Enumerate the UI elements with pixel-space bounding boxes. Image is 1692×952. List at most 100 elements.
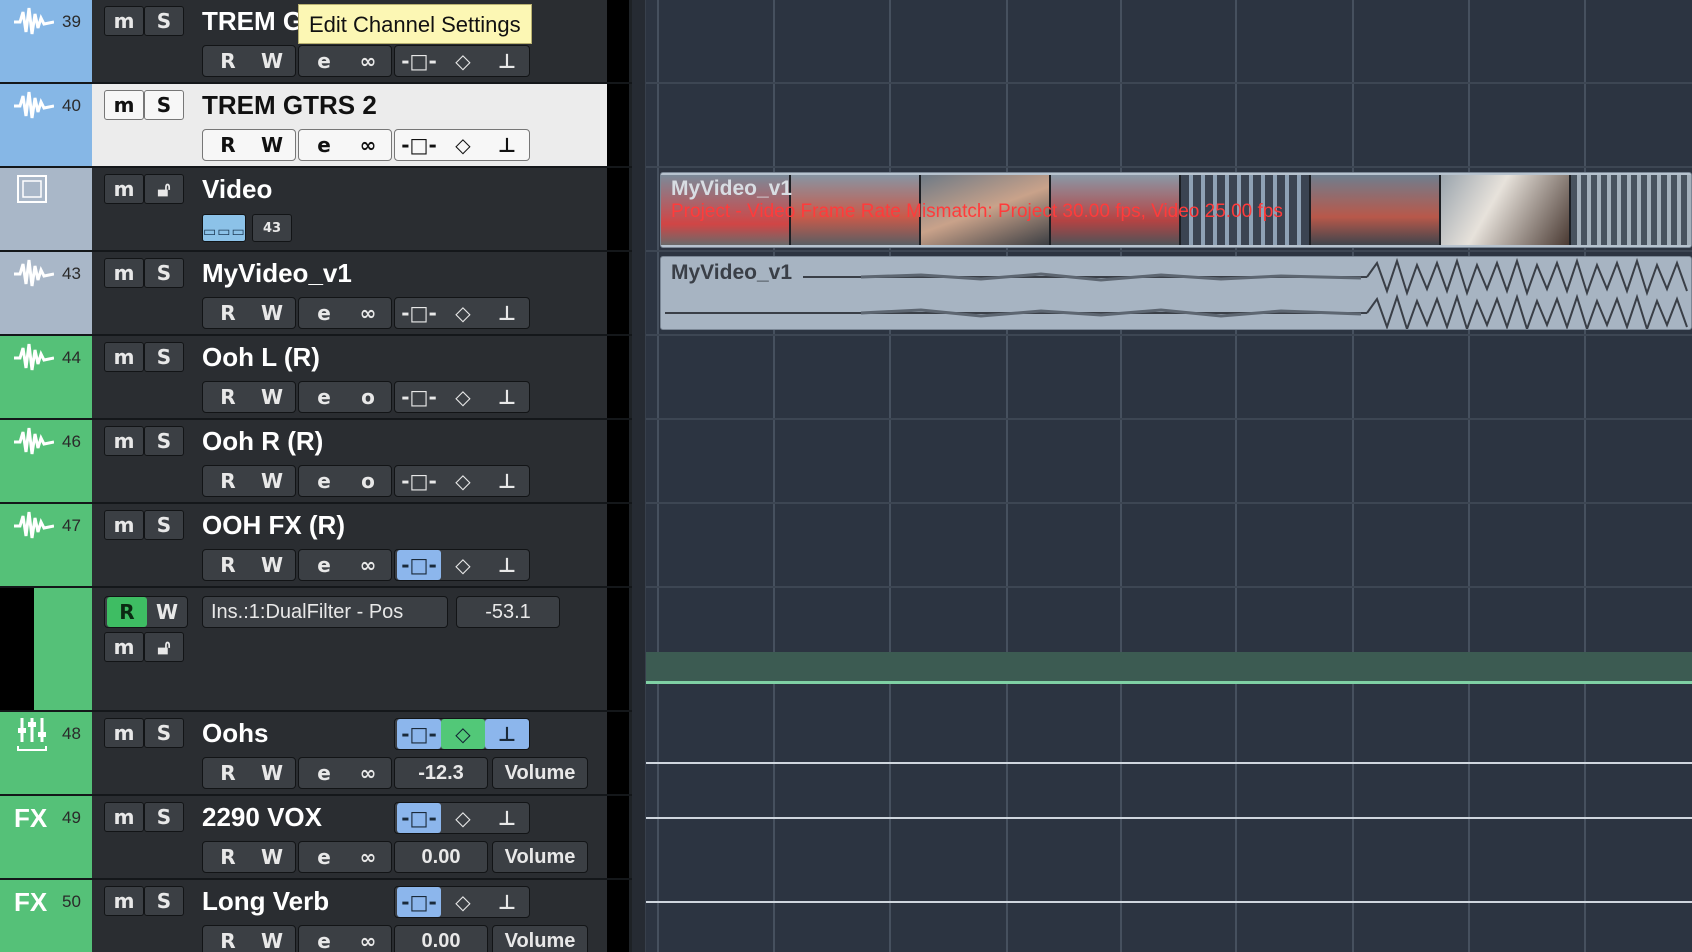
- mute-button[interactable]: m: [104, 258, 144, 288]
- link-button[interactable]: ∞: [347, 926, 389, 952]
- write-automation-button[interactable]: W: [251, 466, 293, 496]
- write-automation-button[interactable]: W: [251, 550, 293, 580]
- lock-button[interactable]: 🔓︎: [144, 632, 184, 662]
- insert-in-icon[interactable]: -□-: [397, 803, 441, 833]
- edit-channel-settings-button[interactable]: e: [303, 382, 345, 412]
- edit-channel-settings-button[interactable]: e: [303, 130, 345, 160]
- track-46[interactable]: 46 m S Ooh R (R) R W e o -□- ◇ ⊥: [0, 420, 632, 504]
- link-button[interactable]: o: [347, 382, 389, 412]
- insert-out-icon[interactable]: ⊥: [485, 382, 529, 412]
- track-name[interactable]: Video: [202, 174, 272, 205]
- insert-out-icon[interactable]: ⊥: [485, 887, 529, 917]
- solo-button[interactable]: S: [144, 342, 184, 372]
- insert-out-icon[interactable]: ⊥: [485, 298, 529, 328]
- parameter-label[interactable]: Volume: [492, 925, 588, 952]
- write-automation-button[interactable]: W: [251, 298, 293, 328]
- track-44[interactable]: 44 m S Ooh L (R) R W e o -□- ◇ ⊥: [0, 336, 632, 420]
- edit-channel-settings-button[interactable]: e: [303, 466, 345, 496]
- edit-channel-settings-button[interactable]: e: [303, 758, 345, 788]
- insert-in-icon[interactable]: -□-: [397, 719, 441, 749]
- mute-button[interactable]: m: [104, 632, 144, 662]
- read-automation-button[interactable]: R: [207, 130, 249, 160]
- read-automation-button[interactable]: R: [207, 758, 249, 788]
- mute-button[interactable]: m: [104, 510, 144, 540]
- insert-out-icon[interactable]: ⊥: [485, 719, 529, 749]
- write-automation-button[interactable]: W: [251, 130, 293, 160]
- track-40[interactable]: 40 m S TREM GTRS 2 R W e ∞ -□- ◇ ⊥: [0, 84, 632, 168]
- link-button[interactable]: ∞: [347, 298, 389, 328]
- link-button[interactable]: ∞: [347, 842, 389, 872]
- track-name[interactable]: MyVideo_v1: [202, 258, 352, 289]
- edit-channel-settings-button[interactable]: e: [303, 926, 345, 952]
- track-name[interactable]: Long Verb: [202, 886, 329, 917]
- mute-button[interactable]: m: [104, 886, 144, 916]
- link-button[interactable]: ∞: [347, 46, 389, 76]
- filmstrip-button[interactable]: ▭▭▭: [202, 214, 246, 242]
- insert-in-icon[interactable]: -□-: [397, 550, 441, 580]
- insert-in-icon[interactable]: -□-: [397, 382, 441, 412]
- track-name[interactable]: Oohs: [202, 718, 268, 749]
- automation-parameter-selector[interactable]: Ins.:1:DualFilter - Pos: [202, 596, 448, 628]
- write-automation-button[interactable]: W: [147, 597, 187, 627]
- read-automation-button[interactable]: R: [207, 298, 249, 328]
- mute-button[interactable]: m: [104, 802, 144, 832]
- edit-channel-settings-button[interactable]: e: [303, 842, 345, 872]
- insert-in-icon[interactable]: -□-: [397, 466, 441, 496]
- lock-button[interactable]: 🔓︎: [144, 174, 184, 204]
- diamond-icon[interactable]: ◇: [441, 382, 485, 412]
- solo-button[interactable]: S: [144, 802, 184, 832]
- volume-value[interactable]: 0.00: [394, 841, 488, 873]
- diamond-icon[interactable]: ◇: [441, 46, 485, 76]
- write-automation-button[interactable]: W: [251, 46, 293, 76]
- diamond-icon[interactable]: ◇: [441, 803, 485, 833]
- diamond-icon[interactable]: ◇: [441, 887, 485, 917]
- insert-in-icon[interactable]: -□-: [397, 46, 441, 76]
- solo-button[interactable]: S: [144, 90, 184, 120]
- diamond-icon[interactable]: ◇: [441, 130, 485, 160]
- volume-value[interactable]: -12.3: [394, 757, 488, 789]
- insert-in-icon[interactable]: -□-: [397, 887, 441, 917]
- automation-curve[interactable]: [646, 681, 1692, 684]
- link-button[interactable]: ∞: [347, 130, 389, 160]
- solo-button[interactable]: S: [144, 426, 184, 456]
- track-50[interactable]: FX 50 m S Long Verb -□- ◇ ⊥ R W e ∞ 0.00…: [0, 880, 632, 952]
- audio-event[interactable]: MyVideo_v1: [660, 256, 1692, 330]
- diamond-icon[interactable]: ◇: [441, 466, 485, 496]
- track-47[interactable]: 47 m S OOH FX (R) R W e ∞ -□- ◇ ⊥: [0, 504, 632, 588]
- mute-button[interactable]: m: [104, 342, 144, 372]
- insert-out-icon[interactable]: ⊥: [485, 466, 529, 496]
- track-name[interactable]: 2290 VOX: [202, 802, 322, 833]
- track-49[interactable]: FX 49 m S 2290 VOX -□- ◇ ⊥ R W e ∞ 0.00 …: [0, 796, 632, 880]
- track-name[interactable]: Ooh R (R): [202, 426, 323, 457]
- automation-lane[interactable]: R W Ins.:1:DualFilter - Pos -53.1 m 🔓︎: [0, 588, 632, 712]
- insert-out-icon[interactable]: ⊥: [485, 803, 529, 833]
- solo-button[interactable]: S: [144, 886, 184, 916]
- insert-in-icon[interactable]: -□-: [397, 298, 441, 328]
- solo-button[interactable]: S: [144, 258, 184, 288]
- link-button[interactable]: o: [347, 466, 389, 496]
- read-automation-button[interactable]: R: [207, 842, 249, 872]
- diamond-icon[interactable]: ◇: [441, 719, 485, 749]
- diamond-icon[interactable]: ◇: [441, 550, 485, 580]
- write-automation-button[interactable]: W: [251, 758, 293, 788]
- mute-button[interactable]: m: [104, 6, 144, 36]
- solo-button[interactable]: S: [144, 718, 184, 748]
- video-event[interactable]: MyVideo_v1 Project - Video Frame Rate Mi…: [660, 172, 1692, 248]
- insert-out-icon[interactable]: ⊥: [485, 550, 529, 580]
- solo-button[interactable]: S: [144, 6, 184, 36]
- insert-out-icon[interactable]: ⊥: [485, 130, 529, 160]
- write-automation-button[interactable]: W: [251, 382, 293, 412]
- read-automation-button[interactable]: R: [207, 550, 249, 580]
- track-name[interactable]: Ooh L (R): [202, 342, 320, 373]
- tracklist-divider[interactable]: [632, 0, 646, 952]
- diamond-icon[interactable]: ◇: [441, 298, 485, 328]
- link-button[interactable]: ∞: [347, 758, 389, 788]
- volume-value[interactable]: 0.00: [394, 925, 488, 952]
- mute-button[interactable]: m: [104, 718, 144, 748]
- track-48[interactable]: 48 m S Oohs -□- ◇ ⊥ R W e ∞ -12.3 Volume: [0, 712, 632, 796]
- read-automation-button[interactable]: R: [107, 597, 147, 627]
- write-automation-button[interactable]: W: [251, 926, 293, 952]
- read-automation-button[interactable]: R: [207, 382, 249, 412]
- edit-channel-settings-button[interactable]: e: [303, 550, 345, 580]
- read-automation-button[interactable]: R: [207, 926, 249, 952]
